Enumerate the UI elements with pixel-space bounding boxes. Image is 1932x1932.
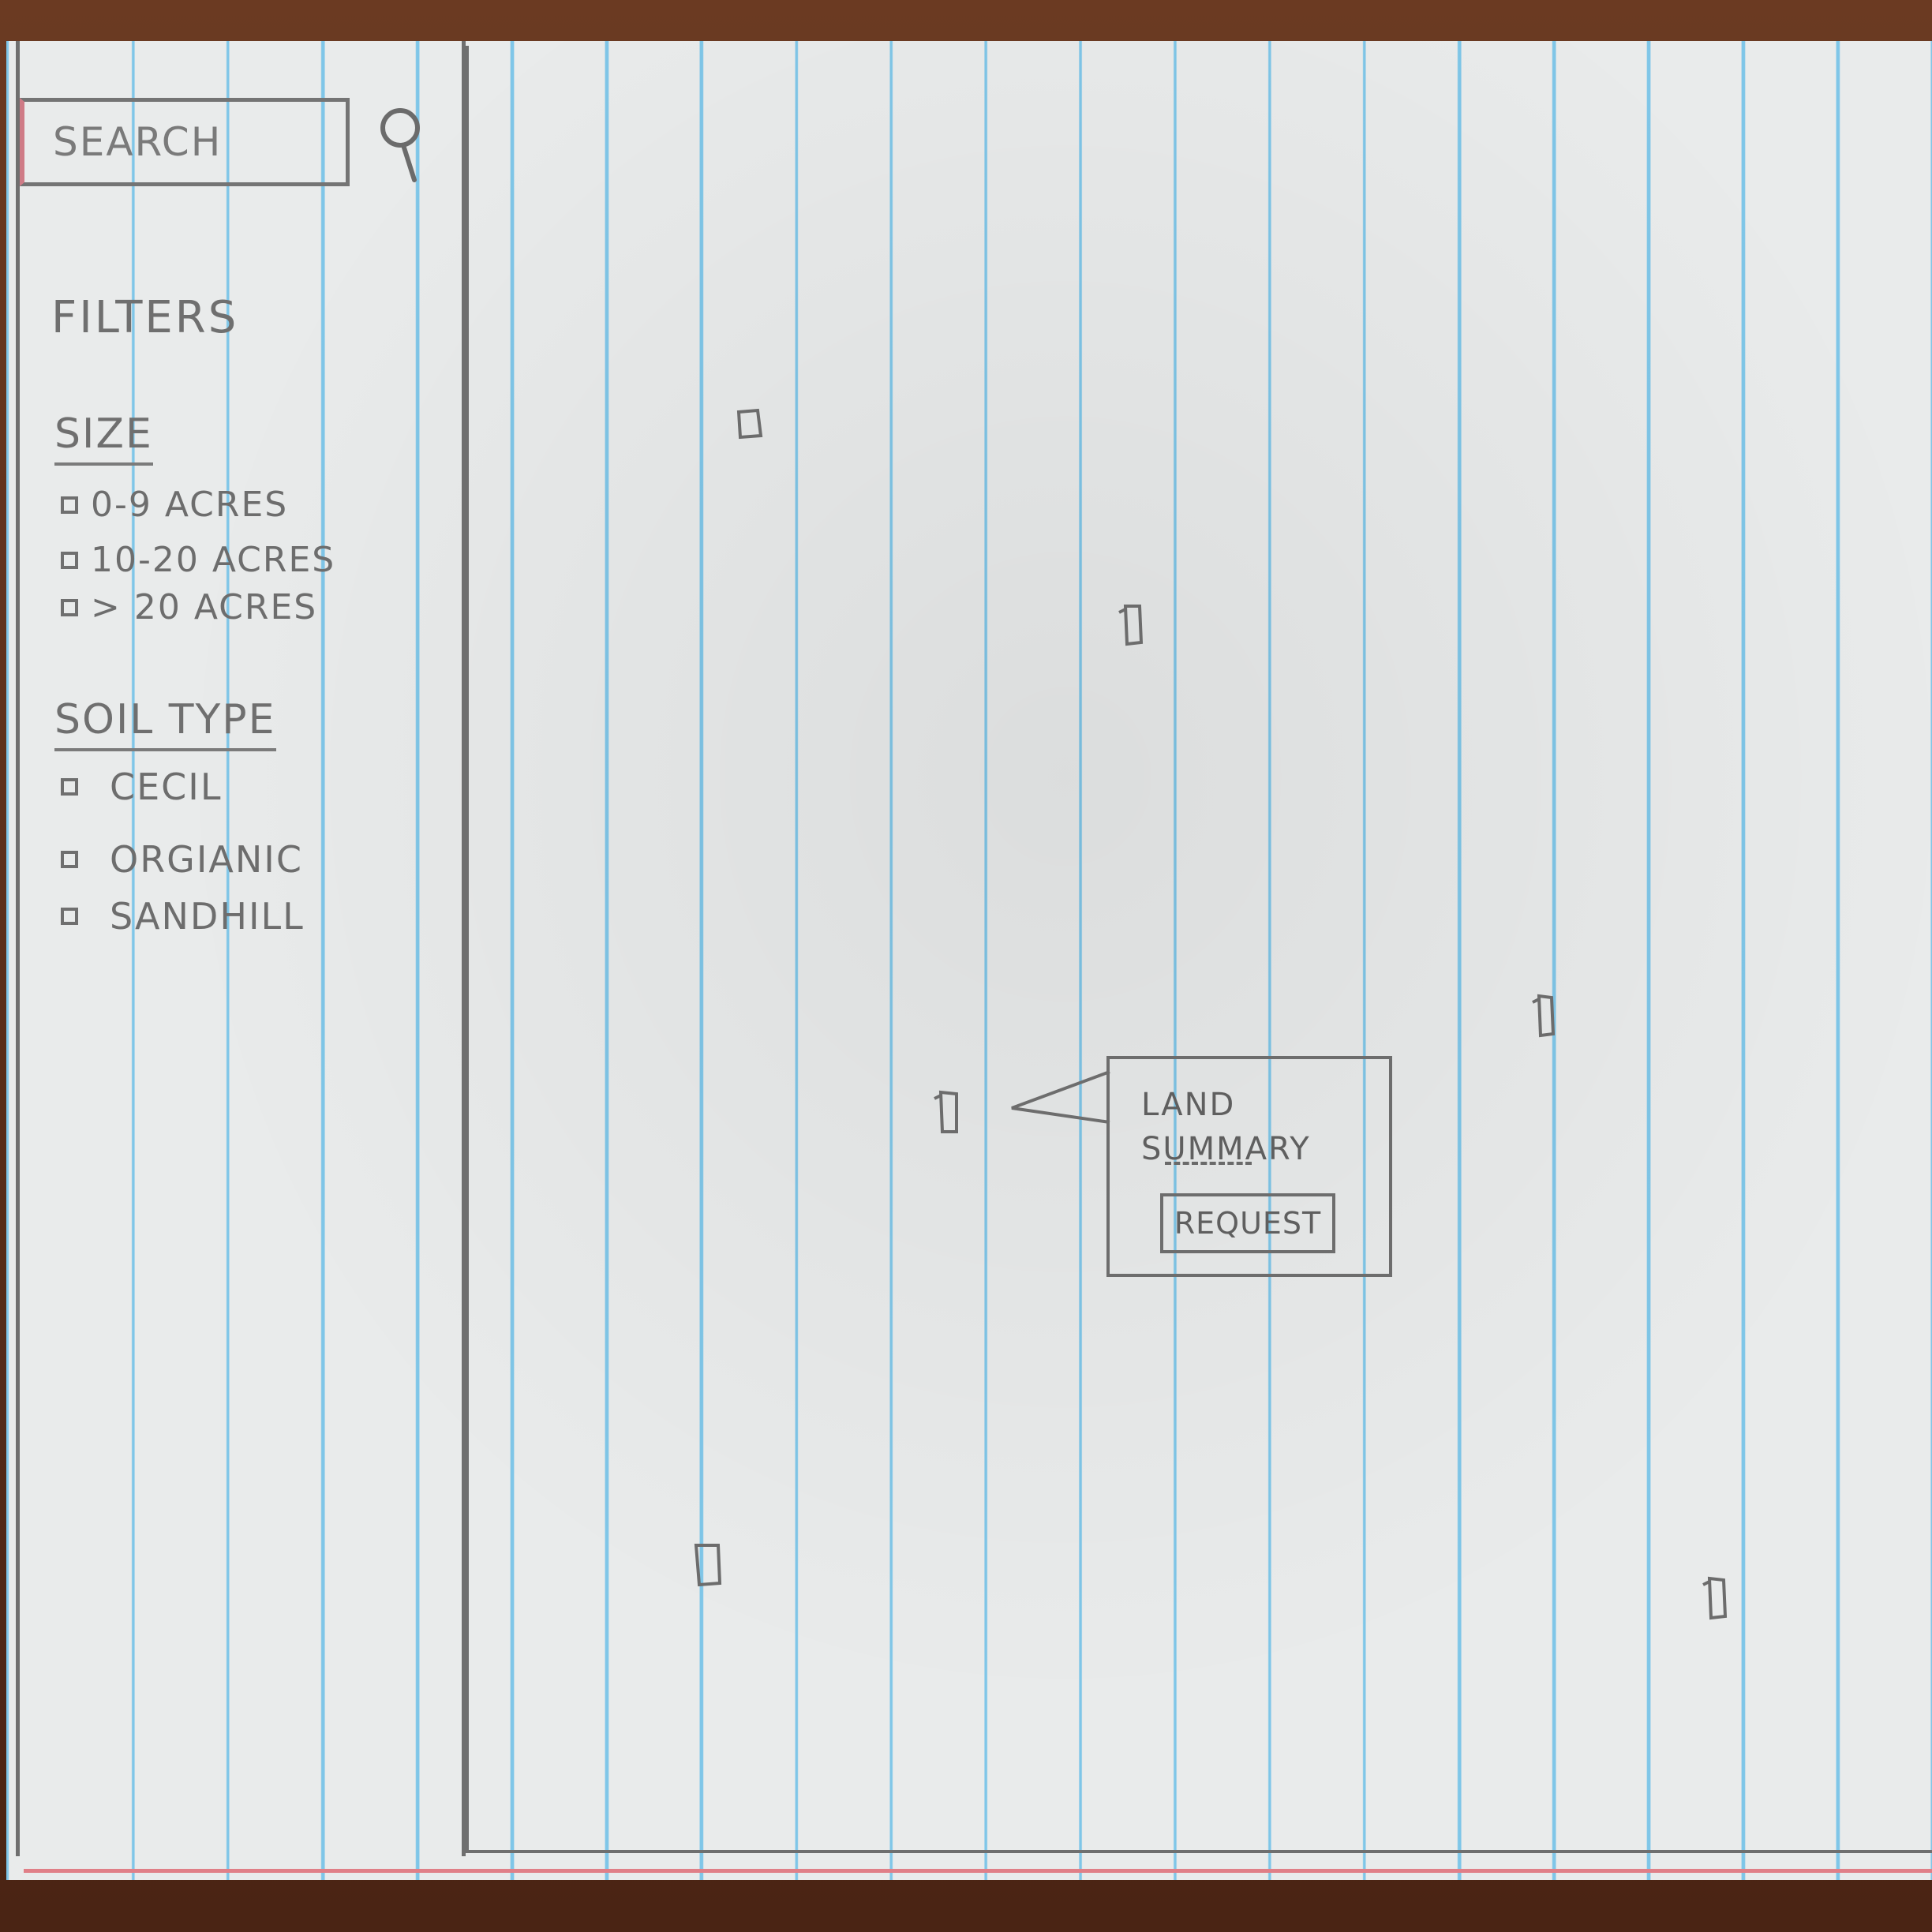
search-input-placeholder: SEARCH <box>53 119 223 165</box>
checkbox[interactable] <box>61 851 78 868</box>
checkbox[interactable] <box>61 598 78 616</box>
sidebar: SEARCH FILTERS SIZE 0-9 ACRES 10-20 ACRE… <box>16 41 466 1856</box>
filters-title: FILTERS <box>51 292 239 343</box>
popup-pointer <box>1011 1070 1110 1124</box>
soil-option-orgianic[interactable]: ORGIANIC <box>61 838 303 881</box>
checkbox[interactable] <box>61 551 78 569</box>
popup-placeholder-line <box>1165 1162 1252 1165</box>
land-marker-icon[interactable] <box>1700 1574 1735 1621</box>
land-marker-icon[interactable] <box>1116 601 1151 649</box>
soil-option-label: SANDHILL <box>110 895 305 938</box>
soil-option-sandhill[interactable]: SANDHILL <box>61 895 305 938</box>
request-button[interactable]: REQUEST <box>1160 1193 1335 1253</box>
popup-title: LAND SUMMARY <box>1141 1087 1311 1167</box>
checkbox[interactable] <box>61 908 78 925</box>
size-option-0-9[interactable]: 0-9 ACRES <box>61 485 288 525</box>
size-option-label: 10-20 ACRES <box>91 540 336 580</box>
soil-type-filter-title: SOIL TYPE <box>54 696 276 751</box>
checkbox[interactable] <box>61 778 78 796</box>
land-summary-popup: LAND SUMMARY REQUEST <box>1106 1056 1392 1277</box>
land-marker-icon[interactable] <box>931 1088 966 1135</box>
search-icon[interactable] <box>364 96 435 191</box>
size-option-10-20[interactable]: 10-20 ACRES <box>61 540 335 580</box>
land-marker-icon[interactable] <box>1530 993 1564 1040</box>
soil-option-label: CECIL <box>110 766 223 808</box>
soil-option-cecil[interactable]: CECIL <box>61 766 223 808</box>
search-input[interactable]: SEARCH <box>20 98 350 186</box>
land-marker-icon[interactable] <box>691 1539 726 1586</box>
size-option-label: 0-9 ACRES <box>91 485 289 525</box>
paper-red-edge <box>24 1869 1932 1873</box>
size-option-over-20[interactable]: > 20 ACRES <box>61 587 317 627</box>
soil-option-label: ORGIANIC <box>110 838 303 881</box>
land-marker-icon[interactable] <box>734 404 769 451</box>
size-filter-title: SIZE <box>54 410 153 466</box>
checkbox[interactable] <box>61 496 78 514</box>
size-option-label: > 20 ACRES <box>91 587 318 627</box>
